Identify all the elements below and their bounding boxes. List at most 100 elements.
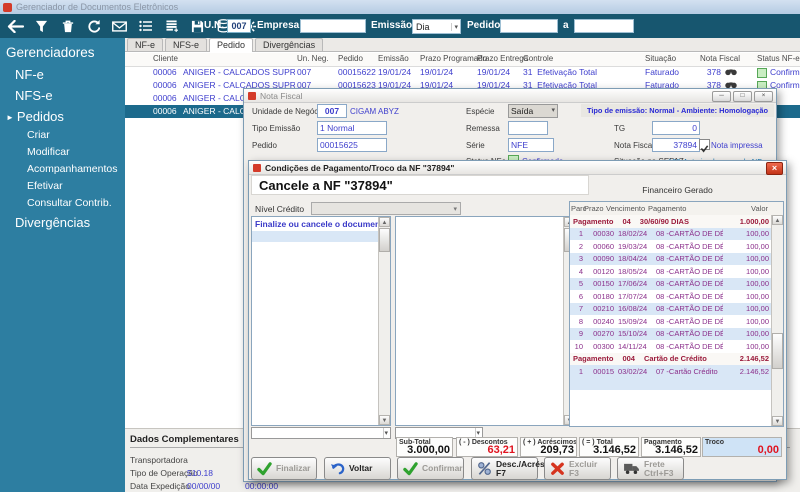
nota-fiscal-label: Nota Fiscal [614, 141, 655, 150]
minimize-button[interactable]: ─ [712, 91, 731, 102]
sidebar-item-nf-e[interactable]: NF-e [0, 62, 125, 83]
confirmar-button[interactable]: Confirmar [397, 457, 464, 480]
payment-row[interactable]: 8 00240 15/09/24 08 -CARTÃO DE DÉBITO VISA 1… [570, 315, 771, 328]
serie-label: Série [466, 141, 485, 150]
pedido-nf-label: Pedido [252, 141, 277, 150]
x-icon [550, 461, 565, 476]
batch-icon[interactable] [163, 18, 180, 34]
refresh-icon[interactable] [85, 18, 102, 34]
nota-fiscal-field[interactable]: 37894 [652, 138, 700, 152]
emissao-label: Emissão [371, 20, 413, 31]
sidebar-item-pedidos[interactable]: ► Pedidos [0, 104, 125, 125]
fin-col-header-valor: Valor [751, 204, 768, 213]
cancel-heading: Cancele a NF "37894" [251, 175, 589, 195]
cell-prazo-entrega: 19/01/24 [477, 67, 511, 77]
scrollbar-thumb[interactable] [772, 333, 783, 369]
sidebar-item-label: Modificar [27, 146, 70, 158]
remessa-field[interactable] [508, 121, 548, 135]
delete-icon[interactable] [59, 18, 76, 34]
dialog-icon [248, 91, 256, 100]
message-listbox[interactable]: Finalize ou cancele o documento ▲ ▼ [251, 216, 391, 426]
tab-nf-e[interactable]: NF-e [127, 38, 163, 51]
un-value-box[interactable]: 007 [227, 19, 251, 33]
tab-pedido[interactable]: Pedido [209, 38, 254, 52]
group-code: 04 [622, 216, 631, 226]
excluir-button[interactable]: Excluir F3 [544, 457, 611, 480]
scrollbar[interactable]: ▲ ▼ [378, 217, 390, 425]
sidebar-item-nfs-e[interactable]: NFS-e [0, 83, 125, 104]
payment-row[interactable]: 1 00030 18/02/24 08 -CARTÃO DE DÉBITO VISA 1… [570, 227, 771, 240]
cell-valor: 100,00 [746, 329, 769, 339]
left-combobox[interactable]: ▾ [251, 427, 391, 439]
desc-acres-button[interactable]: Desc./Acrés. F7 [471, 457, 547, 480]
group-code: 004 [622, 354, 635, 364]
voltar-button[interactable]: Voltar [324, 457, 391, 480]
cell-vencimento: 19/03/24 [618, 241, 648, 251]
especie-select[interactable]: Saída ▾ [508, 104, 558, 118]
scroll-down-icon[interactable]: ▼ [772, 416, 783, 426]
tab-divergencias[interactable]: Divergências [255, 38, 324, 51]
nota-impressa-checkbox[interactable] [699, 139, 710, 153]
scroll-up-icon[interactable]: ▲ [379, 217, 390, 227]
mail-icon[interactable] [111, 18, 128, 34]
close-button[interactable]: × [754, 91, 773, 102]
finalizar-button[interactable]: Finalizar [251, 457, 317, 480]
nota-impressa-label: Nota impressa [711, 141, 763, 150]
binoculars-icon[interactable] [725, 68, 737, 78]
cell-emissao: 19/01/24 [378, 67, 412, 77]
scrollbar-thumb[interactable] [379, 228, 390, 252]
tipo-operacao-value: 510.18 [187, 468, 213, 478]
pedido-to-input[interactable] [574, 19, 634, 33]
tg-field[interactable]: 0 [652, 121, 700, 135]
payment-row[interactable]: 9 00270 15/10/24 08 -CARTÃO DE DÉBITO VISA 1… [570, 327, 771, 340]
sidebar-item-efetivar[interactable]: Efetivar [0, 176, 125, 193]
cell-vencimento: 15/09/24 [618, 316, 648, 326]
tipo-emissao-field[interactable]: 1 Normal [317, 121, 387, 135]
chevron-down-icon: ▾ [383, 428, 388, 438]
nivel-credito-label: Nível Crédito [255, 204, 305, 214]
items-listbox[interactable]: ▲ ▼ [395, 216, 576, 426]
unidade-negocio-code[interactable]: 007 [317, 104, 347, 118]
payment-row[interactable]: 10 00300 14/11/24 08 -CARTÃO DE DÉBITO VISA… [570, 340, 771, 353]
maximize-button[interactable]: □ [733, 91, 752, 102]
total-troco: Troco 0,00 [702, 437, 782, 457]
scroll-down-icon[interactable]: ▼ [379, 415, 390, 425]
close-button[interactable]: × [766, 162, 783, 175]
payment-row[interactable]: 3 00090 18/04/24 08 -CARTÃO DE DÉBITO VISA 1… [570, 252, 771, 265]
grid-col-header-controle: Controle [523, 54, 554, 63]
payment-row[interactable]: 7 00210 16/08/24 08 -CARTÃO DE DÉBITO VISA 1… [570, 302, 771, 315]
total-pagamento: Pagamento 3.146,52 [641, 437, 701, 457]
payment-row[interactable]: 5 00150 17/06/24 08 -CARTÃO DE DÉBITO VISA 1… [570, 277, 771, 290]
scroll-up-icon[interactable]: ▲ [772, 215, 783, 225]
payment-row[interactable]: 6 00180 17/07/24 08 -CARTÃO DE DÉBITO VISA 1… [570, 290, 771, 303]
payment-row[interactable]: 4 00120 18/05/24 08 -CARTÃO DE DÉBITO VISA 1… [570, 265, 771, 278]
sidebar-item-modificar[interactable]: Modificar [0, 142, 125, 159]
cell-parc: 8 [578, 316, 583, 326]
serie-field[interactable]: NFE [508, 138, 554, 152]
button-label-main: Confirmar [422, 463, 463, 473]
filter-icon[interactable] [33, 18, 50, 34]
scrollbar[interactable]: ▲ ▼ [771, 215, 783, 426]
table-row[interactable]: 00006ANIGER - CALCADOS SUPRIMENTOS E E00… [125, 66, 800, 79]
list-icon[interactable] [137, 18, 154, 34]
sidebar-item-criar[interactable]: Criar [0, 125, 125, 142]
sidebar-item-consultar-contrib[interactable]: Consultar Contrib. [0, 193, 125, 210]
emissao-select[interactable]: Dia ▾ [412, 19, 461, 34]
total-total: ( = ) Total 3.146,52 [579, 437, 639, 457]
pedido-from-input[interactable] [500, 19, 558, 33]
pedido-nf-field[interactable]: 00015625 [317, 138, 387, 152]
payment-row[interactable]: 2 00060 19/03/24 08 -CARTÃO DE DÉBITO VISA 1… [570, 240, 771, 253]
sidebar-item-acompanhamentos[interactable]: Acompanhamentos [0, 159, 125, 176]
back-icon[interactable] [7, 18, 24, 34]
empresa-input[interactable] [300, 19, 366, 33]
sidebar-item-divergencias[interactable]: Divergências [0, 210, 125, 231]
sidebar-item-gerenciadores[interactable]: Gerenciadores [0, 38, 125, 62]
cell-pagamento: 07 -Cartão Crédito [656, 366, 718, 376]
frete-button[interactable]: Frete Ctrl+F3 [617, 457, 684, 480]
payment-row[interactable]: 1 00015 03/02/24 07 -Cartão Crédito 2.146,52 [570, 365, 771, 378]
chevron-down-icon: ▾ [453, 206, 457, 213]
cell-pagamento: 08 -CARTÃO DE DÉBITO VISA [656, 266, 723, 276]
nivel-credito-select[interactable]: ▾ [311, 202, 461, 215]
grid-col-header-status-nf-e: Status NF-e [757, 54, 800, 63]
tab-nfs-e[interactable]: NFS-e [165, 38, 208, 51]
